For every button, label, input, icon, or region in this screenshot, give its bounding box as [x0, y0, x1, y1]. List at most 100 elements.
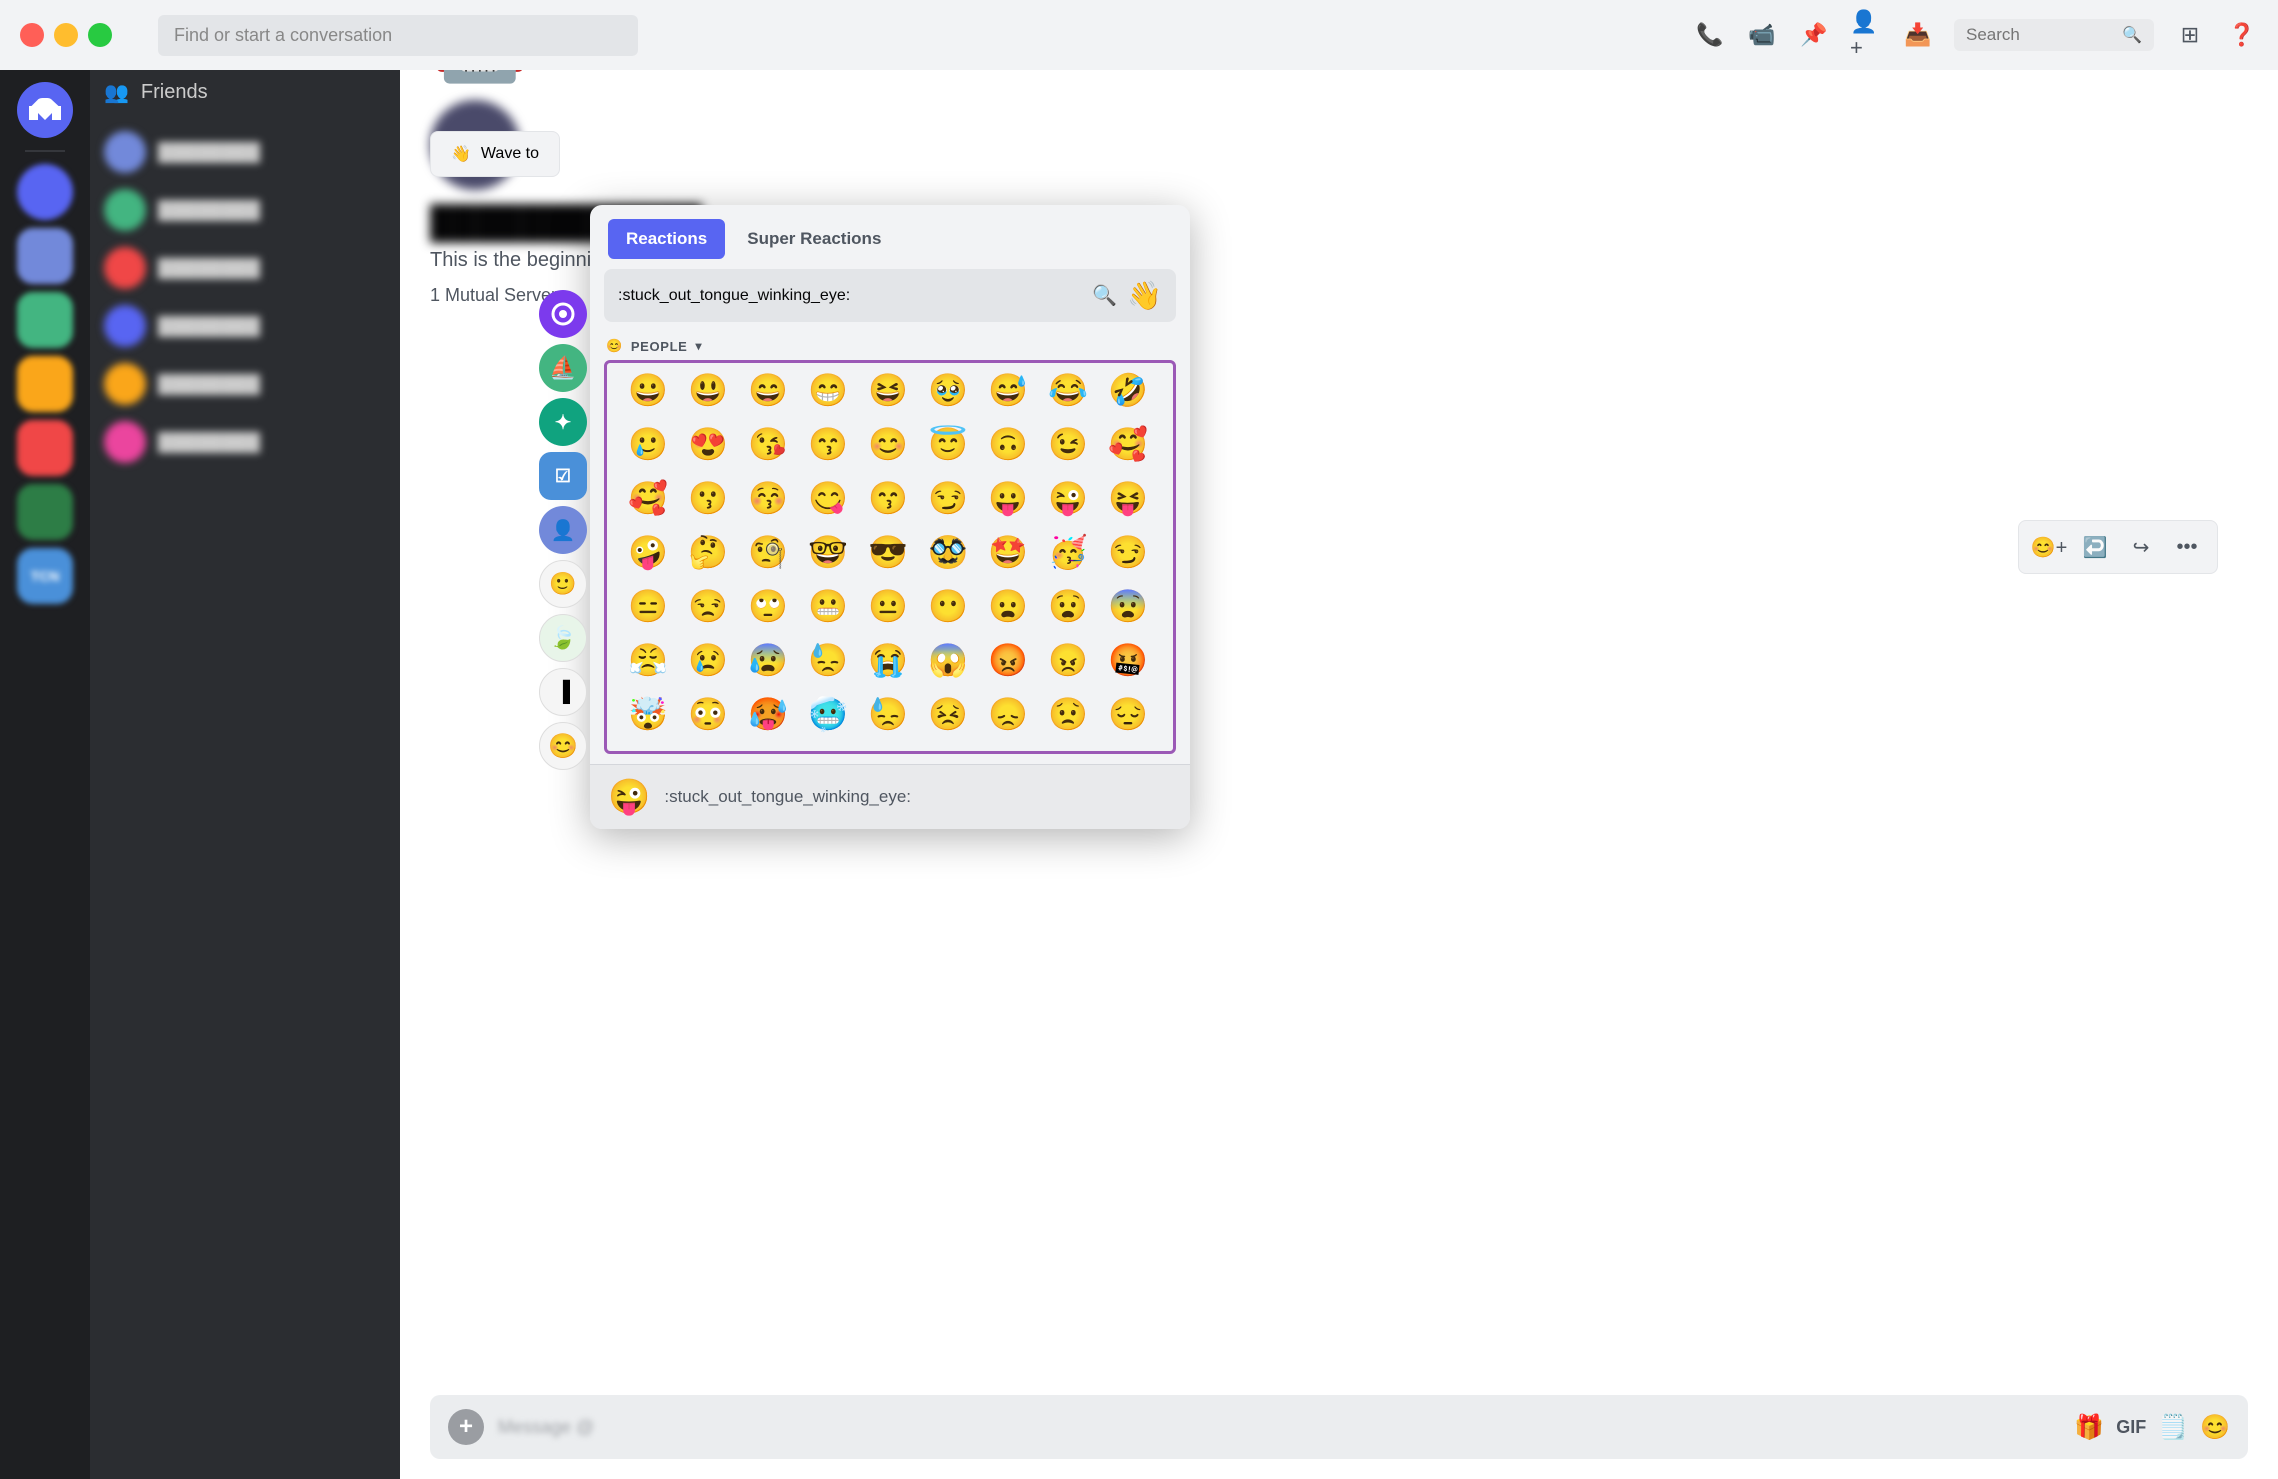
emoji-sweat-smile[interactable]: 😅 [981, 363, 1035, 417]
emoji-nerd[interactable]: 🤓 [801, 525, 855, 579]
emoji-exploding[interactable]: 🤯 [621, 687, 675, 741]
emoji-beaming[interactable]: 😁 [801, 363, 855, 417]
emoji-disappointed[interactable]: 😞 [981, 687, 1035, 741]
dm-item-3[interactable]: ████████ [90, 239, 400, 297]
emoji-expressionless[interactable]: 😑 [621, 579, 675, 633]
picker-server-bar[interactable]: ▐ [539, 668, 587, 716]
emoji-holding-back[interactable]: 🥹 [921, 363, 975, 417]
emoji-kissing-face[interactable]: 😙 [861, 471, 915, 525]
dm-item-1[interactable]: ████████ [90, 123, 400, 181]
add-friend-icon[interactable]: 👤+ [1850, 19, 1882, 51]
find-conversation-input[interactable]: Find or start a conversation [158, 15, 638, 56]
reactions-tab[interactable]: Reactions [608, 219, 725, 259]
phone-icon[interactable]: 📞 [1694, 19, 1726, 51]
emoji-grimacing[interactable]: 😬 [801, 579, 855, 633]
dm-item-6[interactable]: ████████ [90, 413, 400, 471]
emoji-smile[interactable]: 😄 [741, 363, 795, 417]
emoji-smiling[interactable]: 🥰 [621, 471, 675, 525]
pin-icon[interactable]: 📌 [1798, 19, 1830, 51]
emoji-pensive[interactable]: 😔 [1101, 687, 1155, 741]
picker-server-person[interactable]: 👤 [539, 506, 587, 554]
emoji-zany[interactable]: 🤪 [621, 525, 675, 579]
picker-server-smiley[interactable]: 😊 [539, 722, 587, 770]
emoji-winking-tongue[interactable]: 😜 [1041, 471, 1095, 525]
help-icon[interactable]: ❓ [2226, 19, 2258, 51]
emoji-smiley[interactable]: 😃 [681, 363, 735, 417]
message-input-placeholder[interactable]: Message @ [498, 1417, 594, 1438]
emoji-wink[interactable]: 😉 [1041, 417, 1095, 471]
emoji-kiss[interactable]: 😗 [681, 471, 735, 525]
gif-icon[interactable]: GIF [2116, 1417, 2146, 1438]
emoji-clap-button[interactable]: 👋 [1127, 279, 1162, 312]
emoji-smirk[interactable]: 😏 [921, 471, 975, 525]
picker-server-purple[interactable] [539, 290, 587, 338]
emoji-loudly-crying[interactable]: 😭 [861, 633, 915, 687]
emoji-star-struck[interactable]: 🤩 [981, 525, 1035, 579]
emoji-worried[interactable]: 😟 [1041, 687, 1095, 741]
emoji-kissing[interactable]: 😙 [801, 417, 855, 471]
server-icon-3[interactable] [17, 292, 73, 348]
emoji-icon[interactable]: 😊 [2200, 1413, 2230, 1442]
search-box[interactable]: 🔍 [1954, 19, 2154, 51]
server-icon-4[interactable] [17, 356, 73, 412]
emoji-kiss-smiling[interactable]: 😚 [741, 471, 795, 525]
sticker-icon[interactable]: 🗒️ [2158, 1413, 2188, 1442]
emoji-rage[interactable]: 😡 [981, 633, 1035, 687]
add-reaction-button[interactable]: 😊+ [2029, 527, 2069, 567]
emoji-grinning[interactable]: 😀 [621, 363, 675, 417]
picker-server-blue[interactable]: ☑ [539, 452, 587, 500]
emoji-cursing[interactable]: 🤬 [1101, 633, 1155, 687]
emoji-stuck-out[interactable]: 😛 [981, 471, 1035, 525]
reply-button[interactable]: ↪ [2121, 527, 2161, 567]
emoji-flushed[interactable]: 😳 [681, 687, 735, 741]
emoji-cold[interactable]: 🥶 [801, 687, 855, 741]
emoji-smiling-heart[interactable]: 🥰 [1101, 417, 1155, 471]
emoji-monocle[interactable]: 🧐 [741, 525, 795, 579]
friends-button[interactable]: 👥 Friends [90, 70, 400, 115]
emoji-partying[interactable]: 🥳 [1041, 525, 1095, 579]
picker-server-smile[interactable]: 🙂 [539, 560, 587, 608]
emoji-squinting-tongue[interactable]: 😝 [1101, 471, 1155, 525]
inbox-icon[interactable]: 📥 [1902, 19, 1934, 51]
emoji-anxious[interactable]: 😰 [741, 633, 795, 687]
server-icon-5[interactable] [17, 420, 73, 476]
emoji-sweat[interactable]: 😓 [801, 633, 855, 687]
server-icon-tcn[interactable]: TCN [17, 548, 73, 604]
emoji-no-mouth[interactable]: 😶 [921, 579, 975, 633]
emoji-kissing-heart[interactable]: 😘 [741, 417, 795, 471]
search-input[interactable] [1966, 25, 2114, 45]
discord-home-button[interactable] [17, 82, 73, 138]
emoji-thinking[interactable]: 🤔 [681, 525, 735, 579]
super-reactions-tab[interactable]: Super Reactions [729, 219, 899, 259]
emoji-sunglasses[interactable]: 😎 [861, 525, 915, 579]
dm-item-2[interactable]: ████████ [90, 181, 400, 239]
attachment-button[interactable]: + [448, 1409, 484, 1445]
emoji-angry[interactable]: 😠 [1041, 633, 1095, 687]
emoji-sad[interactable]: 😓 [861, 687, 915, 741]
emoji-heart-eyes[interactable]: 😍 [681, 417, 735, 471]
emoji-search-input[interactable] [618, 287, 1082, 305]
emoji-anguished[interactable]: 😧 [1041, 579, 1095, 633]
emoji-joy[interactable]: 😂 [1041, 363, 1095, 417]
popout-icon[interactable]: ⊞ [2174, 19, 2206, 51]
video-icon[interactable]: 📹 [1746, 19, 1778, 51]
picker-server-chatgpt[interactable]: ✦ [539, 398, 587, 446]
emoji-angel[interactable]: 😇 [921, 417, 975, 471]
emoji-relieved[interactable]: 🥲 [621, 417, 675, 471]
picker-server-leaf[interactable]: 🍃 [539, 614, 587, 662]
emoji-triumph[interactable]: 😤 [621, 633, 675, 687]
server-icon-2[interactable] [17, 228, 73, 284]
wave-button[interactable]: 👋 Wave to [430, 131, 560, 177]
emoji-scream[interactable]: 😱 [921, 633, 975, 687]
emoji-squinting[interactable]: 😆 [861, 363, 915, 417]
emoji-neutral[interactable]: 😐 [861, 579, 915, 633]
picker-server-sail[interactable]: ⛵ [539, 344, 587, 392]
dm-item-5[interactable]: ████████ [90, 355, 400, 413]
emoji-upside-down[interactable]: 🙃 [981, 417, 1035, 471]
emoji-cry[interactable]: 😢 [681, 633, 735, 687]
emoji-frowning-open[interactable]: 😦 [981, 579, 1035, 633]
emoji-smirking[interactable]: 😏 [1101, 525, 1155, 579]
maximize-button[interactable] [88, 23, 112, 47]
forward-button[interactable]: ↩️ [2075, 527, 2115, 567]
emoji-rofl[interactable]: 🤣 [1101, 363, 1155, 417]
